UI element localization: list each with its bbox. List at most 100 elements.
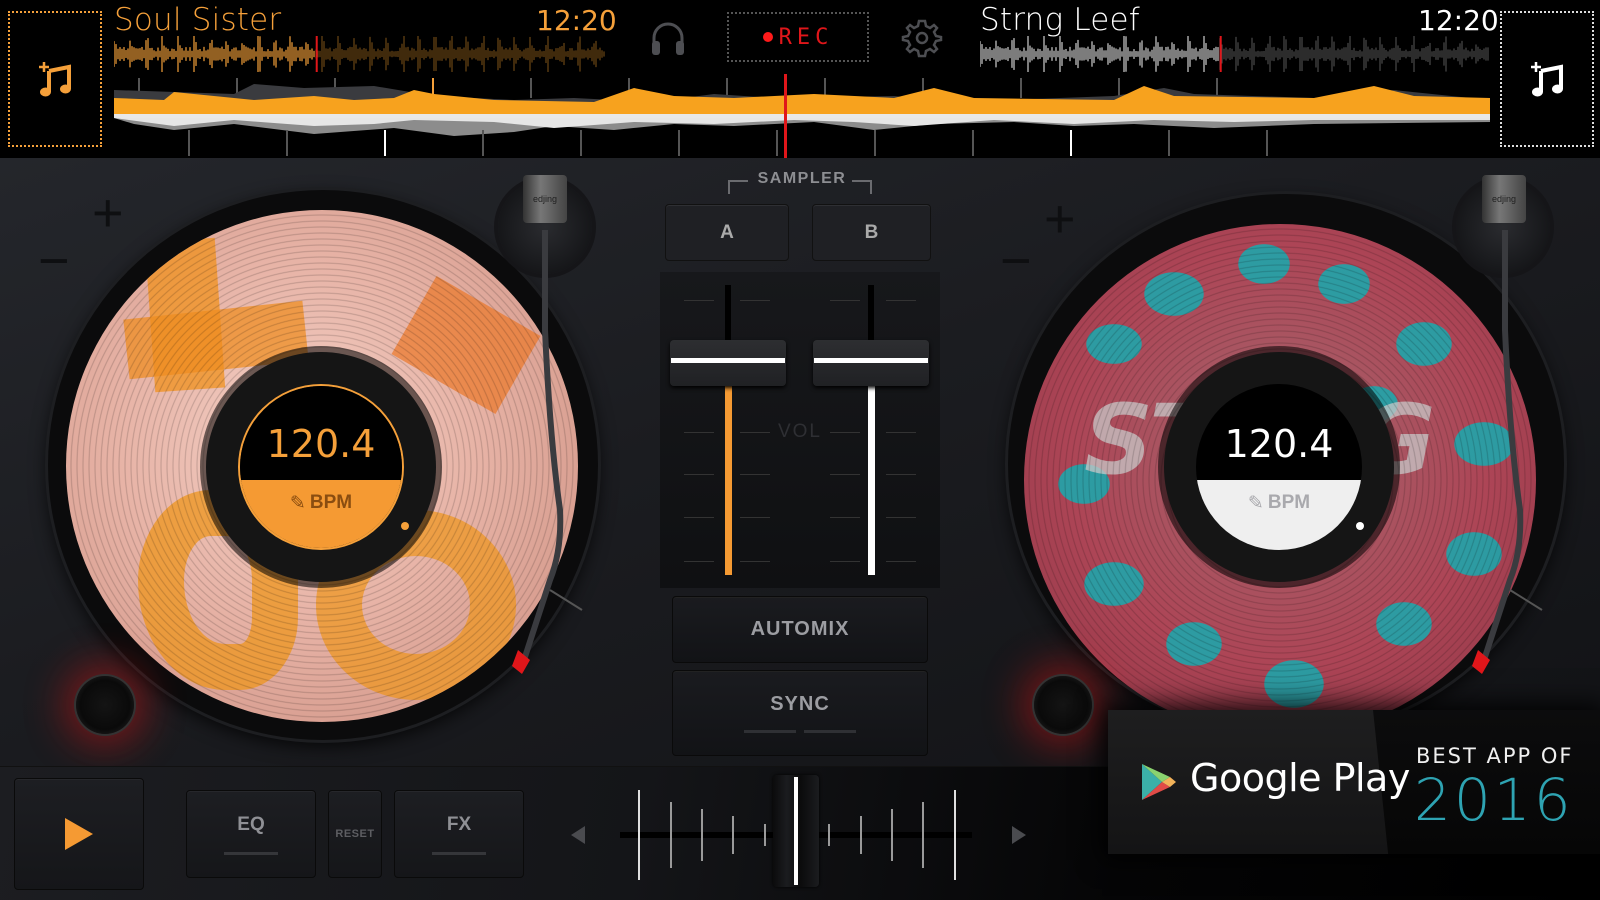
volume-tick (886, 300, 916, 301)
deck-a-bpm-display[interactable]: 120.4 ✎ BPM (238, 384, 404, 550)
mini-waveform-playhead (1219, 36, 1222, 72)
deck-b-volume-track (868, 285, 874, 341)
deck-a-bpm-label: BPM (309, 491, 353, 513)
volume-tick (886, 474, 916, 475)
beat-marker-b (286, 130, 288, 156)
award-year: 2016 (1414, 766, 1574, 834)
beat-marker-b (874, 130, 876, 156)
crossfader-left-arrow[interactable] (571, 826, 585, 844)
beat-marker-b (188, 130, 190, 156)
sync-label: SYNC (770, 693, 830, 715)
crossfader-tick (764, 824, 766, 846)
sampler-a-button[interactable]: A (665, 204, 789, 261)
deck-a-volume-track (725, 285, 731, 341)
crossfader-tick (922, 802, 924, 868)
volume-tick (830, 517, 860, 518)
deck-a-mini-waveform[interactable] (114, 36, 606, 72)
crossfader-tick (670, 802, 672, 868)
deck-a-start-stop-knob[interactable] (76, 676, 134, 734)
beat-marker-b (1266, 130, 1268, 156)
deck-a-time: 12:20 (536, 4, 617, 37)
sampler-label: SAMPLER (757, 170, 847, 187)
beat-marker-b (678, 130, 680, 156)
mini-waveform-playhead (315, 36, 318, 72)
deck-b-track-title: Strng Leef (980, 2, 1140, 38)
pencil-icon: ✎ (289, 492, 306, 514)
deck-a-position-dot (401, 522, 409, 530)
deck-b-bpm-label: BPM (1267, 492, 1311, 514)
deck-a-pitch-minus-button[interactable]: − (38, 234, 70, 288)
headphones-icon[interactable] (646, 16, 690, 60)
crossfader-tick (828, 824, 830, 846)
gear-icon[interactable] (900, 16, 944, 60)
crossfader-tick (638, 790, 640, 880)
crossfader-handle[interactable] (773, 775, 819, 887)
volume-tick (830, 474, 860, 475)
automix-label: AUTOMIX (750, 618, 850, 640)
google-play-award-badge: Google Play BEST APP OF 2016 (1108, 710, 1600, 854)
automix-button[interactable]: AUTOMIX (672, 596, 928, 663)
beat-marker-b (384, 130, 386, 156)
crossfader-tick (860, 816, 862, 854)
volume-tick (886, 561, 916, 562)
beat-marker-b (580, 130, 582, 156)
overview-waveform[interactable] (114, 74, 1490, 158)
reset-button[interactable]: RESET (328, 790, 382, 878)
volume-tick (684, 561, 714, 562)
sync-button[interactable]: SYNC (672, 670, 928, 756)
volume-tick (740, 517, 770, 518)
add-music-icon (1531, 62, 1563, 97)
beat-marker-b (1168, 130, 1170, 156)
volume-tick (830, 300, 860, 301)
volume-tick (684, 432, 714, 433)
beat-marker-b (972, 130, 974, 156)
reset-label: RESET (335, 828, 375, 840)
volume-label: VOL (777, 421, 823, 442)
deck-b-start-stop-knob[interactable] (1034, 676, 1092, 734)
volume-tick (684, 517, 714, 518)
fx-button[interactable]: FX (394, 790, 524, 878)
beat-marker-b (482, 130, 484, 156)
deck-a-tonearm[interactable] (490, 220, 600, 680)
crossfader-right-arrow[interactable] (1012, 826, 1026, 844)
deck-b-time: 12:20 (1418, 4, 1499, 37)
record-label: REC (778, 24, 834, 50)
deck-b-tonearm[interactable] (1450, 220, 1560, 680)
beat-marker-b (1070, 130, 1072, 156)
deck-b-bpm-value: 120.4 (1224, 422, 1334, 467)
deck-b-position-dot (1356, 522, 1364, 530)
sampler-b-button[interactable]: B (812, 204, 931, 261)
record-dot-icon (762, 32, 773, 42)
volume-tick (740, 561, 770, 562)
deck-a-track-title: Soul Sister (114, 2, 282, 38)
volume-tick (740, 300, 770, 301)
load-track-b-button[interactable] (1500, 11, 1594, 147)
beat-marker-a (1020, 78, 1022, 98)
deck-b-mini-waveform[interactable] (980, 36, 1490, 72)
fx-label: FX (446, 813, 472, 835)
deck-a-volume-fader[interactable] (670, 340, 786, 387)
load-track-a-button[interactable] (8, 11, 102, 147)
best-app-text: BEST APP OF (1416, 744, 1574, 768)
google-play-icon (1142, 764, 1176, 800)
volume-tick (886, 432, 916, 433)
crossfader-tick (732, 816, 734, 854)
play-button[interactable] (14, 778, 144, 890)
record-button[interactable]: REC (727, 12, 869, 62)
deck-b-volume-fader[interactable] (813, 340, 929, 387)
google-play-text: Google Play (1190, 756, 1410, 800)
beat-marker-a (1118, 78, 1120, 98)
volume-tick (740, 474, 770, 475)
deck-a-volume-fill (725, 386, 732, 575)
deck-b-bpm-display[interactable]: 120.4 ✎ BPM (1196, 384, 1362, 550)
eq-label: EQ (237, 813, 265, 835)
beat-marker-a (530, 78, 532, 98)
deck-b-volume-fill (868, 386, 875, 575)
eq-button[interactable]: EQ (186, 790, 316, 878)
volume-tick (684, 300, 714, 301)
sync-indicators (744, 730, 856, 733)
volume-tick (684, 474, 714, 475)
deck-a-pitch-plus-button[interactable]: + (92, 186, 124, 240)
crossfader-tick (954, 790, 956, 880)
deck-a-bpm-value: 120.4 (266, 421, 376, 466)
